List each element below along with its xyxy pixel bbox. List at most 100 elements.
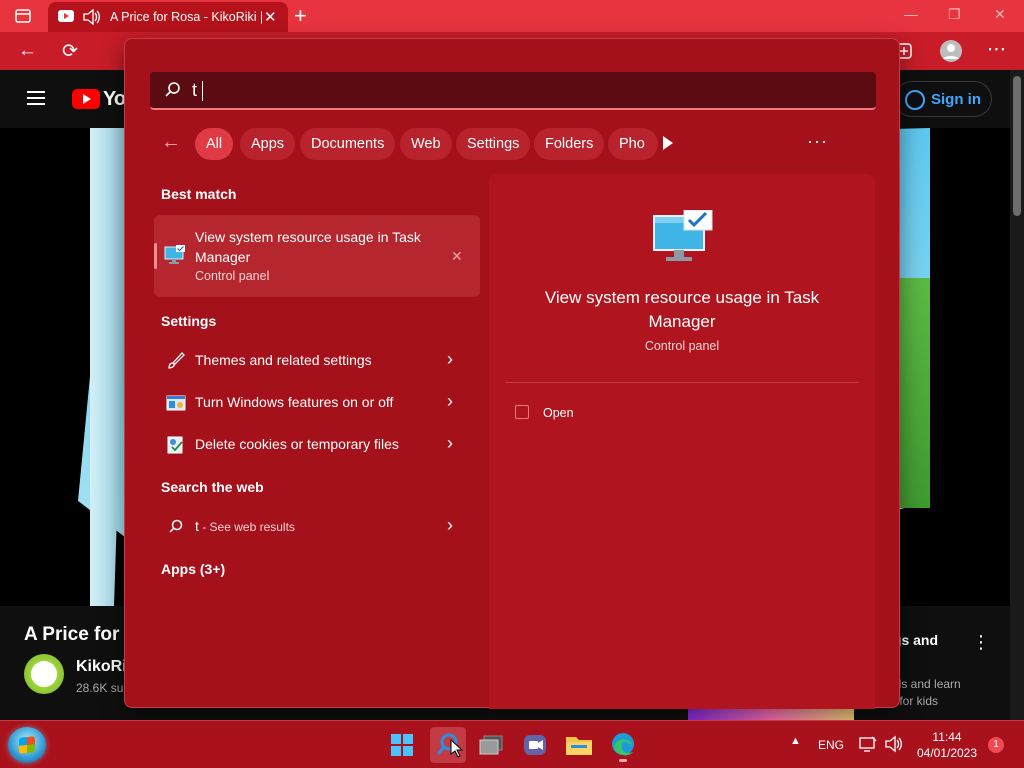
preview-title: View system resource usage in Task Manag…	[544, 288, 820, 331]
filter-documents[interactable]: Documents	[300, 128, 396, 160]
language-indicator[interactable]: ENG	[818, 738, 844, 752]
preview-divider	[505, 382, 859, 383]
task-manager-monitor-icon	[164, 245, 185, 264]
more-options-icon[interactable]: ⋮	[972, 632, 990, 653]
minimize-button[interactable]: —	[904, 6, 918, 22]
filter-apps[interactable]: Apps	[240, 128, 296, 160]
task-view-button[interactable]	[474, 727, 510, 763]
preview-subtitle: Control panel	[644, 339, 720, 353]
open-action[interactable]: Open	[515, 404, 635, 424]
settings-result-label: Themes and related settings	[195, 352, 372, 368]
edge-icon	[612, 733, 634, 756]
brush-icon	[168, 352, 185, 369]
network-icon[interactable]	[858, 735, 878, 753]
edge-browser-button[interactable]	[605, 727, 641, 763]
windows-start-icon[interactable]	[384, 727, 420, 763]
best-match-result[interactable]: View system resource usage in Task Manag…	[154, 215, 480, 297]
filter-web[interactable]: Web	[400, 128, 452, 160]
web-search-label: t - See web results	[195, 518, 295, 534]
tab-title: A Price for Rosa - KikoRiki |	[110, 10, 262, 24]
open-external-icon	[515, 405, 529, 419]
chevron-right-icon: ›	[447, 515, 453, 535]
web-search-suffix: - See web results	[198, 520, 295, 534]
windows-features-icon	[166, 395, 186, 411]
text-caret	[202, 81, 203, 101]
sign-in-label: Sign in	[931, 91, 981, 108]
channel-avatar[interactable]	[24, 654, 64, 694]
search-icon	[165, 82, 180, 97]
hamburger-menu-icon[interactable]	[27, 91, 45, 93]
remove-result-icon[interactable]: ✕	[451, 248, 463, 265]
best-match-subtitle: Control panel	[195, 269, 270, 283]
browser-tab[interactable]: A Price for Rosa - KikoRiki | ✕	[48, 2, 288, 32]
youtube-logo-icon[interactable]	[72, 89, 100, 109]
file-explorer-button[interactable]	[561, 727, 597, 763]
search-icon	[169, 519, 183, 533]
scrollbar-thumb[interactable]	[1013, 76, 1021, 216]
task-view-icon	[479, 735, 503, 755]
teams-chat-button[interactable]	[517, 727, 553, 763]
settings-result-label: Turn Windows features on or off	[195, 394, 394, 410]
web-search-result[interactable]: t - See web results ›	[154, 509, 480, 545]
selection-indicator	[154, 243, 157, 269]
profile-avatar-icon[interactable]	[939, 39, 963, 63]
settings-menu-button[interactable]: ⋯	[987, 38, 1006, 61]
browser-title-bar: A Price for Rosa - KikoRiki | ✕ + — ❐ ✕	[0, 0, 1024, 32]
filter-photos[interactable]: Pho	[608, 128, 658, 160]
show-hidden-icons-button[interactable]: ▲	[790, 735, 801, 747]
new-tab-button[interactable]: +	[294, 3, 307, 29]
search-web-heading: Search the web	[161, 479, 264, 495]
subscriber-count: 28.6K sul	[76, 681, 127, 695]
search-query: t	[192, 80, 198, 100]
settings-result-label: Delete cookies or temporary files	[195, 436, 399, 452]
person-icon	[905, 90, 925, 110]
mouse-cursor-icon	[450, 739, 464, 758]
settings-result-themes[interactable]: Themes and related settings ›	[154, 343, 480, 379]
taskbar-search-button[interactable]	[430, 727, 466, 763]
filter-folders[interactable]: Folders	[534, 128, 605, 160]
back-button[interactable]: ←	[18, 40, 37, 62]
chevron-right-icon: ›	[447, 433, 453, 453]
running-indicator	[619, 759, 627, 762]
more-options-button[interactable]: ···	[807, 131, 828, 152]
tab-close-button[interactable]: ✕	[264, 8, 277, 26]
notification-badge[interactable]: 1	[988, 737, 1004, 753]
chevron-right-icon: ›	[447, 349, 453, 369]
sign-in-button[interactable]: Sign in	[894, 81, 992, 117]
search-input[interactable]: t	[150, 72, 876, 110]
chevron-right-icon: ›	[447, 391, 453, 411]
apps-heading[interactable]: Apps (3+)	[161, 561, 225, 577]
start-button[interactable]	[8, 727, 46, 763]
settings-result-cookies[interactable]: Delete cookies or temporary files ›	[154, 427, 480, 463]
close-window-button[interactable]: ✕	[994, 6, 1006, 23]
speaker-icon[interactable]	[82, 9, 100, 25]
clock-date: 04/01/2023	[916, 746, 978, 760]
open-action-label: Open	[543, 406, 574, 420]
clock-time: 11:44	[932, 730, 962, 744]
volume-icon[interactable]	[884, 735, 904, 753]
filter-all[interactable]: All	[195, 128, 234, 160]
windows-logo-icon	[391, 734, 413, 756]
task-manager-monitor-icon	[653, 210, 713, 261]
taskbar: ▲ ENG 11:44 04/01/2023 1	[0, 720, 1024, 768]
settings-result-windows-features[interactable]: Turn Windows features on or off ›	[154, 385, 480, 421]
filter-settings[interactable]: Settings	[456, 128, 531, 160]
channel-name[interactable]: KikoRil	[76, 658, 131, 676]
back-arrow-icon[interactable]: ←	[161, 131, 181, 154]
page-scrollbar[interactable]	[1010, 70, 1024, 720]
scroll-filters-right-icon[interactable]	[663, 136, 673, 150]
reload-button[interactable]: ⟳	[62, 40, 78, 63]
restore-button[interactable]: ❐	[948, 6, 961, 23]
settings-heading: Settings	[161, 313, 217, 329]
start-search-panel: t ← All Apps Documents Web Settings Fold…	[124, 38, 900, 709]
video-title: A Price for R	[24, 624, 139, 645]
youtube-favicon-icon	[58, 10, 74, 22]
folder-icon	[566, 737, 592, 755]
chat-icon	[524, 735, 546, 755]
best-match-title: View system resource usage in Task Manag…	[195, 229, 421, 265]
result-preview-pane: View system resource usage in Task Manag…	[489, 174, 875, 709]
windows-logo-icon	[19, 736, 35, 754]
tab-actions-icon[interactable]	[14, 7, 32, 25]
clock[interactable]: 11:44 04/01/2023	[912, 729, 982, 761]
best-match-heading: Best match	[161, 186, 237, 202]
